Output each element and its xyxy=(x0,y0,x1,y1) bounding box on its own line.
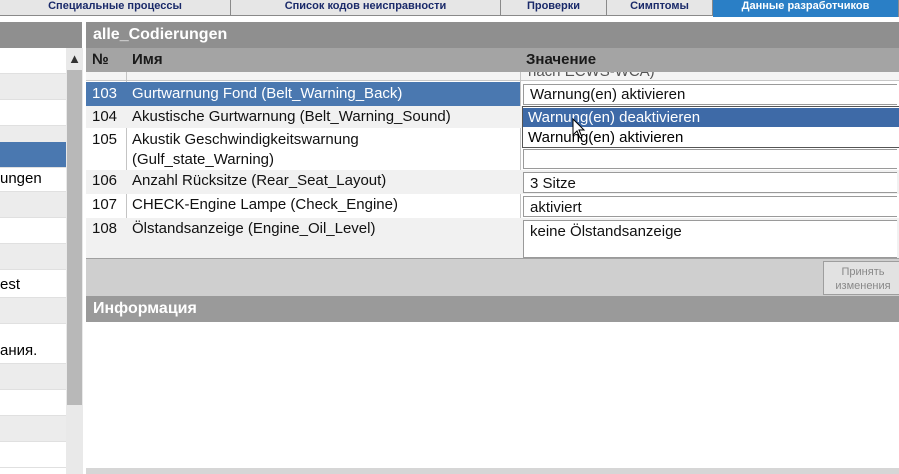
list-item[interactable] xyxy=(0,364,66,390)
list-item[interactable]: ungen xyxy=(0,166,66,192)
table-row[interactable]: 106 Anzahl Rücksitze (Rear_Seat_Layout) … xyxy=(86,170,899,194)
codings-table: nach ECWS-WCA) 103 Gurtwarnung Fond (Bel… xyxy=(86,72,899,258)
tab-developer-data[interactable]: Данные разработчиков xyxy=(713,0,899,17)
tab-special-processes[interactable]: Специальные процессы xyxy=(0,0,231,16)
chevron-up-icon[interactable]: ▲ xyxy=(66,48,83,70)
row-number: 107 xyxy=(92,196,118,213)
row-number: 103 xyxy=(86,82,126,106)
tab-fault-codes[interactable]: Список кодов неисправности xyxy=(231,0,501,16)
list-item[interactable] xyxy=(0,390,66,416)
apply-changes-button[interactable]: Принять изменения xyxy=(823,261,899,295)
list-item[interactable] xyxy=(0,442,66,468)
list-item[interactable] xyxy=(0,74,66,100)
list-item[interactable] xyxy=(0,100,66,126)
row-name-line2: (Gulf_state_Warning) xyxy=(132,151,275,168)
value-field[interactable]: 3 Sitze xyxy=(523,172,897,193)
cut-row-value: nach ECWS-WCA) xyxy=(528,72,655,80)
button-strip xyxy=(86,258,899,296)
row-name: Akustische Gurtwarnung (Belt_Warning_Sou… xyxy=(132,108,451,125)
row-name: CHECK-Engine Lampe (Check_Engine) xyxy=(132,196,398,213)
list-item[interactable] xyxy=(0,416,66,442)
value-select[interactable]: Warnung(en) aktivieren xyxy=(523,84,897,105)
apply-button-label-2: изменения xyxy=(835,280,891,292)
row-number: 105 xyxy=(92,131,118,148)
list-item[interactable] xyxy=(0,298,66,324)
value-field[interactable]: aktiviert xyxy=(523,196,897,217)
bottom-bar xyxy=(86,468,899,474)
table-row[interactable]: 103 Gurtwarnung Fond (Belt_Warning_Back)… xyxy=(86,82,899,106)
mouse-pointer-icon xyxy=(572,118,586,139)
list-item-selected[interactable] xyxy=(0,142,66,168)
table-row: nach ECWS-WCA) xyxy=(86,72,899,81)
column-header-num[interactable]: № xyxy=(92,48,109,72)
left-list: ungen est ания. xyxy=(0,48,66,474)
list-item[interactable]: est xyxy=(0,272,66,298)
table-row[interactable]: 107 CHECK-Engine Lampe (Check_Engine) ak… xyxy=(86,194,899,218)
left-scrollbar[interactable]: ▲ xyxy=(66,48,83,474)
row-name: Ölstandsanzeige (Engine_Oil_Level) xyxy=(132,220,376,237)
row-number: 106 xyxy=(92,172,118,189)
apply-button-label: Принять xyxy=(841,266,885,278)
tab-bar: Специальные процессы Список кодов неиспр… xyxy=(0,0,899,17)
row-name: Akustik Geschwindigkeitswarnung xyxy=(132,131,359,148)
column-header-name[interactable]: Имя xyxy=(132,48,163,72)
info-panel-title: Информация xyxy=(86,296,899,322)
list-item[interactable] xyxy=(0,48,66,74)
row-number: 108 xyxy=(92,220,118,237)
row-name: Anzahl Rücksitze (Rear_Seat_Layout) xyxy=(132,172,387,189)
table-header: № Имя Значение xyxy=(86,48,899,72)
value-field[interactable]: keine Ölstandsanzeige xyxy=(523,220,897,258)
tab-checks[interactable]: Проверки xyxy=(501,0,607,16)
table-title: alle_Codierungen xyxy=(86,22,899,48)
row-number: 104 xyxy=(92,108,118,125)
list-item[interactable] xyxy=(0,218,66,244)
table-row[interactable]: 108 Ölstandsanzeige (Engine_Oil_Level) k… xyxy=(86,218,899,258)
info-panel-body xyxy=(86,322,899,468)
column-header-value[interactable]: Значение xyxy=(526,48,596,72)
list-item[interactable]: ания. xyxy=(0,338,66,364)
list-item[interactable] xyxy=(0,192,66,218)
scroll-thumb[interactable] xyxy=(67,70,82,405)
value-field[interactable] xyxy=(523,149,897,169)
tab-symptoms[interactable]: Симптомы xyxy=(607,0,713,16)
left-panel-header xyxy=(0,22,82,48)
list-item[interactable] xyxy=(0,244,66,270)
row-name: Gurtwarnung Fond (Belt_Warning_Back) xyxy=(126,82,520,106)
